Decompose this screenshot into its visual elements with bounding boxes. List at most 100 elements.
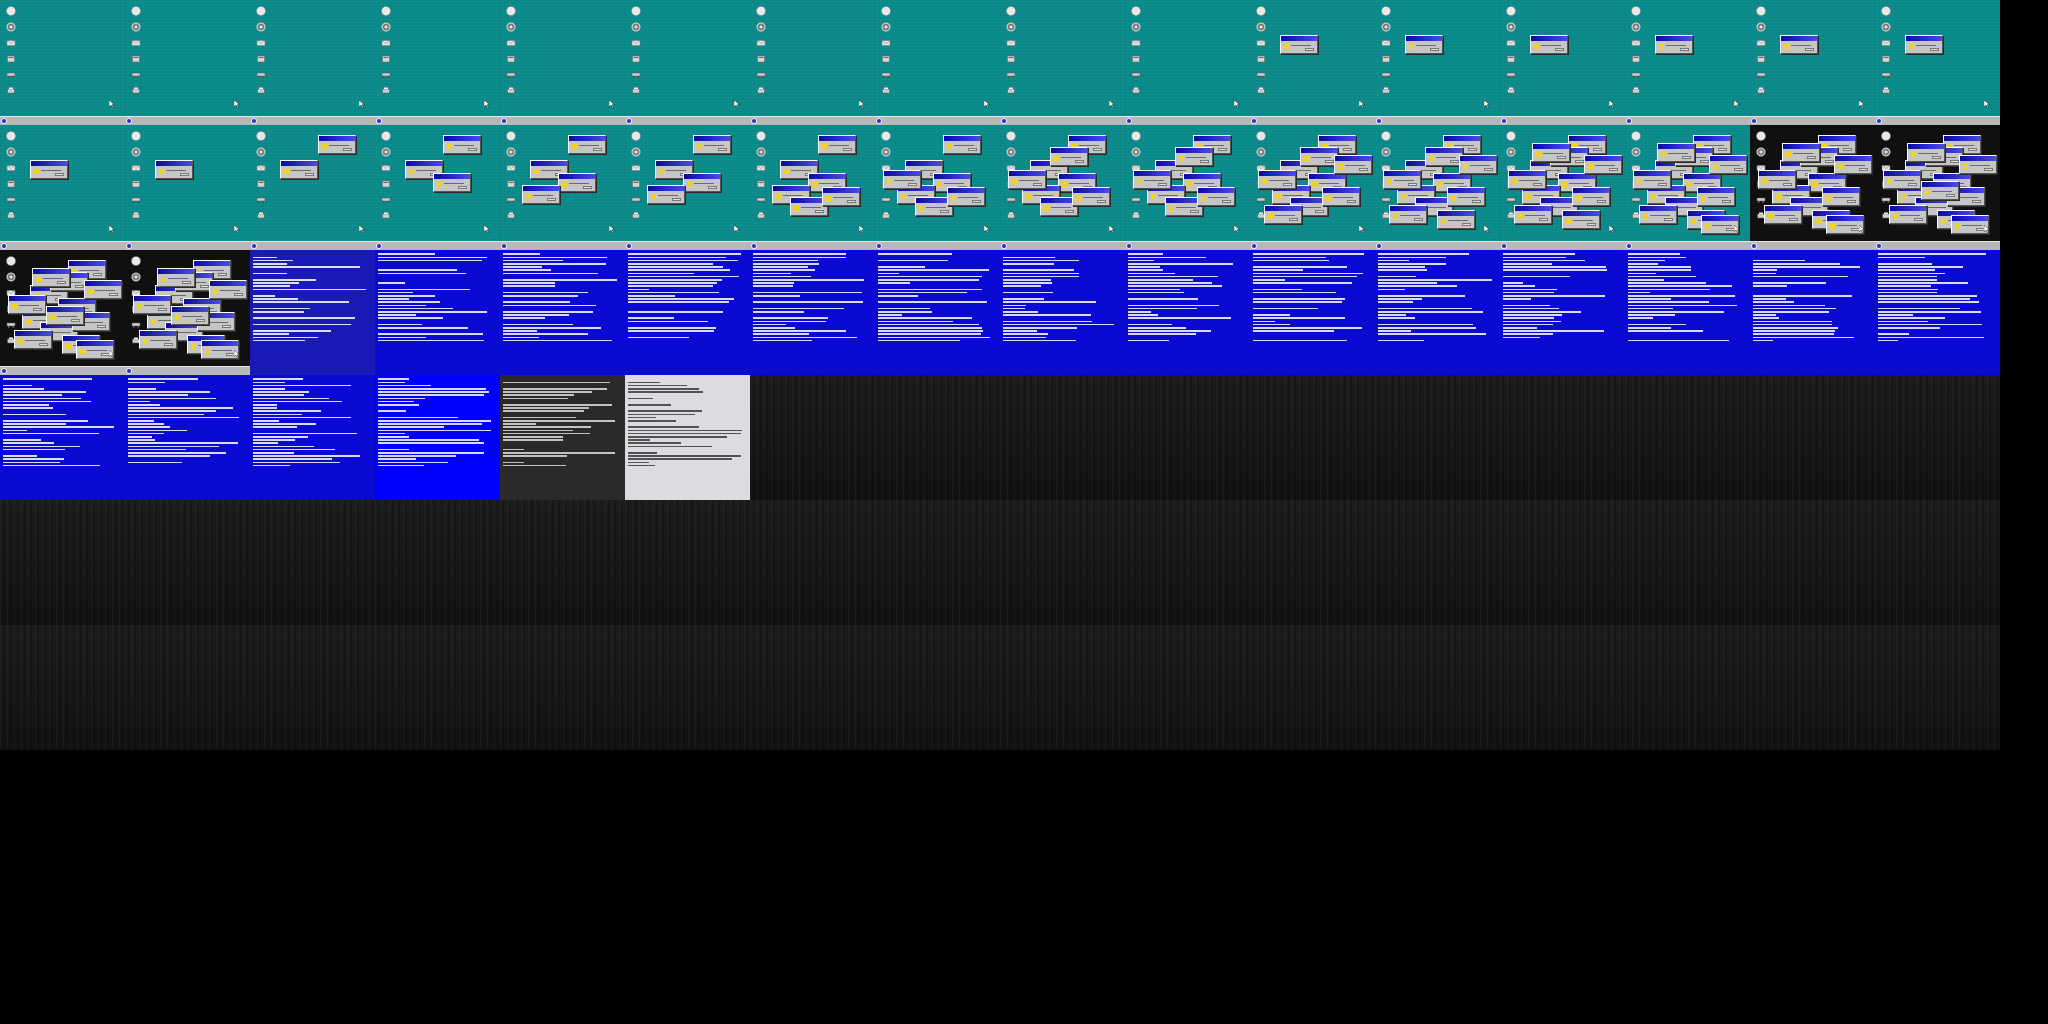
recycle-icon[interactable] xyxy=(506,147,516,157)
error-dialog[interactable] xyxy=(443,135,481,154)
start-button[interactable] xyxy=(1126,243,1132,249)
dialog-title-bar[interactable] xyxy=(1335,156,1371,161)
ok-button[interactable] xyxy=(97,325,106,328)
ok-button[interactable] xyxy=(718,148,727,151)
ok-button[interactable] xyxy=(968,148,977,151)
error-dialog[interactable] xyxy=(32,268,70,287)
folder-icon[interactable] xyxy=(131,54,141,64)
dialog-title-bar[interactable] xyxy=(172,307,208,312)
printer-icon[interactable] xyxy=(1506,86,1516,96)
dialog-title-bar[interactable] xyxy=(1809,174,1845,179)
ok-button[interactable] xyxy=(1700,160,1709,163)
error-dialog[interactable] xyxy=(1822,187,1860,206)
computer-icon[interactable] xyxy=(1131,6,1141,16)
recycle-icon[interactable] xyxy=(1131,147,1141,157)
printer-icon[interactable] xyxy=(6,86,16,96)
dialog-title-bar[interactable] xyxy=(1184,174,1220,179)
printer-icon[interactable] xyxy=(1131,86,1141,96)
network-icon[interactable] xyxy=(506,70,516,80)
taskbar[interactable] xyxy=(1000,116,1125,125)
dialog-title-bar[interactable] xyxy=(1710,156,1746,161)
ok-button[interactable] xyxy=(1932,156,1941,159)
start-button[interactable] xyxy=(501,243,507,249)
network-icon[interactable] xyxy=(631,195,641,205)
network-icon[interactable] xyxy=(1006,195,1016,205)
recycle-icon[interactable] xyxy=(881,22,891,32)
folder-icon[interactable] xyxy=(131,179,141,189)
taskbar[interactable] xyxy=(1250,116,1375,125)
dialog-title-bar[interactable] xyxy=(15,331,51,336)
error-dialog[interactable] xyxy=(1532,143,1570,162)
start-button[interactable] xyxy=(126,243,132,249)
taskbar[interactable] xyxy=(375,116,500,125)
mail-icon[interactable] xyxy=(1631,38,1641,48)
dialog-title-bar[interactable] xyxy=(1952,216,1988,221)
ok-button[interactable] xyxy=(1347,200,1356,203)
dialog-title-bar[interactable] xyxy=(656,161,692,166)
ok-button[interactable] xyxy=(1597,200,1606,203)
dialog-title-bar[interactable] xyxy=(1559,174,1595,179)
taskbar[interactable] xyxy=(250,241,375,250)
dialog-title-bar[interactable] xyxy=(1698,188,1734,193)
network-icon[interactable] xyxy=(1756,195,1766,205)
ok-button[interactable] xyxy=(547,198,556,201)
network-icon[interactable] xyxy=(1256,70,1266,80)
network-icon[interactable] xyxy=(881,195,891,205)
error-dialog[interactable] xyxy=(647,185,685,204)
computer-icon[interactable] xyxy=(1506,131,1516,141)
ok-button[interactable] xyxy=(940,210,949,213)
computer-icon[interactable] xyxy=(131,131,141,141)
ok-button[interactable] xyxy=(1283,183,1292,186)
mail-icon[interactable] xyxy=(506,163,516,173)
dialog-title-bar[interactable] xyxy=(1051,148,1087,153)
start-button[interactable] xyxy=(251,243,257,249)
mail-icon[interactable] xyxy=(6,38,16,48)
ok-button[interactable] xyxy=(458,186,467,189)
taskbar[interactable] xyxy=(500,241,625,250)
folder-icon[interactable] xyxy=(756,54,766,64)
dialog-title-bar[interactable] xyxy=(9,296,45,301)
taskbar[interactable] xyxy=(1000,241,1125,250)
ok-button[interactable] xyxy=(1408,183,1417,186)
folder-icon[interactable] xyxy=(1381,54,1391,64)
folder-icon[interactable] xyxy=(631,54,641,64)
recycle-icon[interactable] xyxy=(1631,22,1641,32)
recycle-icon[interactable] xyxy=(1381,22,1391,32)
network-icon[interactable] xyxy=(631,70,641,80)
folder-icon[interactable] xyxy=(256,54,266,64)
dialog-title-bar[interactable] xyxy=(1640,206,1676,211)
ok-button[interactable] xyxy=(1859,168,1868,171)
dialog-title-bar[interactable] xyxy=(31,161,67,166)
start-button[interactable] xyxy=(1501,118,1507,124)
error-dialog[interactable] xyxy=(1530,35,1568,54)
dialog-title-bar[interactable] xyxy=(1444,136,1480,141)
error-dialog[interactable] xyxy=(1334,155,1372,174)
mail-icon[interactable] xyxy=(1131,38,1141,48)
dialog-title-bar[interactable] xyxy=(906,161,942,166)
recycle-icon[interactable] xyxy=(1756,22,1766,32)
folder-icon[interactable] xyxy=(381,54,391,64)
start-button[interactable] xyxy=(1251,118,1257,124)
printer-icon[interactable] xyxy=(256,86,266,96)
error-dialog[interactable] xyxy=(1921,181,1959,200)
folder-icon[interactable] xyxy=(381,179,391,189)
network-icon[interactable] xyxy=(506,195,516,205)
computer-icon[interactable] xyxy=(506,131,516,141)
taskbar[interactable] xyxy=(1125,241,1250,250)
ok-button[interactable] xyxy=(1843,148,1852,151)
start-button[interactable] xyxy=(1751,243,1757,249)
ok-button[interactable] xyxy=(1325,160,1334,163)
start-button[interactable] xyxy=(376,118,382,124)
computer-icon[interactable] xyxy=(1881,131,1891,141)
error-dialog[interactable] xyxy=(1514,205,1552,224)
network-icon[interactable] xyxy=(1881,195,1891,205)
ok-button[interactable] xyxy=(1950,160,1959,163)
ok-button[interactable] xyxy=(1734,168,1743,171)
ok-button[interactable] xyxy=(1359,168,1368,171)
network-icon[interactable] xyxy=(1381,195,1391,205)
dialog-title-bar[interactable] xyxy=(1944,136,1980,141)
ok-button[interactable] xyxy=(158,308,167,311)
recycle-icon[interactable] xyxy=(756,147,766,157)
dialog-title-bar[interactable] xyxy=(1319,136,1355,141)
dialog-title-bar[interactable] xyxy=(1438,211,1474,216)
